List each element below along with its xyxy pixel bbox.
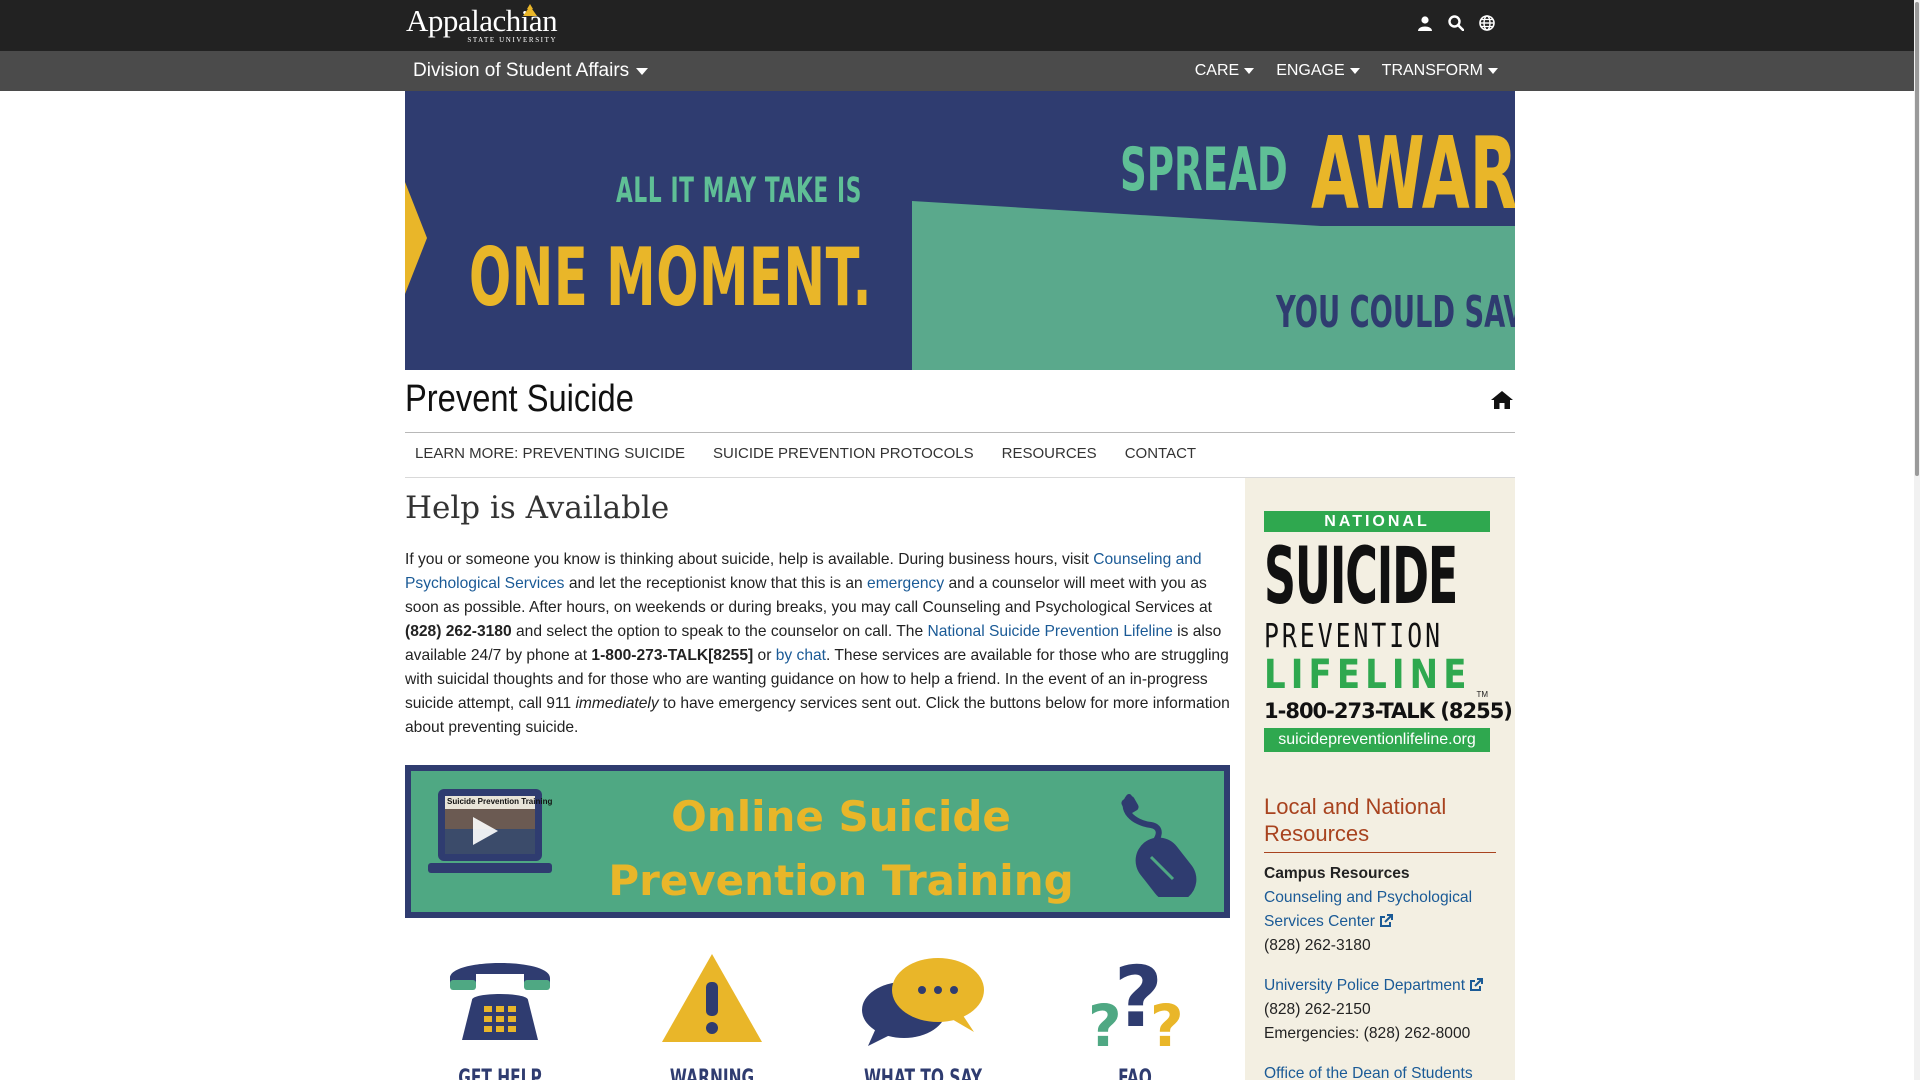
logo-mountain-icon <box>523 4 537 16</box>
faq-label: FAQ <box>1118 1066 1152 1080</box>
warning-icon <box>662 954 762 1042</box>
campus-resources-label: Campus Resources <box>1264 865 1410 882</box>
resources-sidebar: NATIONAL SUICIDE PREVENTION LIFELINE TM … <box>1245 478 1515 1082</box>
hero-arrow-shape <box>405 182 427 294</box>
chevron-down-icon <box>636 67 649 75</box>
division-dropdown[interactable]: Division of Student Affairs <box>413 60 649 82</box>
training-banner-text: Online Suicide Prevention Training <box>561 785 1121 913</box>
intro-emphasis: immediately <box>575 695 659 712</box>
telephone-icon <box>450 963 550 1040</box>
hero-right-1: SPREAD <box>1120 135 1288 205</box>
intro-paragraph: If you or someone you know is thinking a… <box>405 548 1230 740</box>
police-link[interactable]: University Police Department <box>1264 977 1484 994</box>
caps-phone: (828) 262-3180 <box>405 623 512 640</box>
tab-resources[interactable]: RESOURCES <box>1002 445 1097 462</box>
page-title: Prevent Suicide <box>405 378 634 420</box>
get-help-label: GET HELP <box>458 1066 542 1080</box>
speech-bubbles-icon <box>862 958 984 1046</box>
warning-signs-button[interactable]: WARNING SIGNS <box>622 948 802 1080</box>
top-bar: Appalachian STATE UNIVERSITY <box>0 0 1914 51</box>
police-emergency-phone: Emergencies: (828) 262-8000 <box>1264 1025 1471 1042</box>
university-logo[interactable]: Appalachian STATE UNIVERSITY <box>406 4 558 44</box>
police-name: University Police Department <box>1264 977 1466 994</box>
external-link-icon <box>1379 914 1393 927</box>
lifeline-wordmark: LIFELINE <box>1264 652 1472 698</box>
hero-line-2: ONE MOMENT. <box>469 231 873 324</box>
police-phone: (828) 262-2150 <box>1264 1001 1371 1018</box>
emergency-link[interactable]: emergency <box>867 575 944 592</box>
lifeline-phone: 1-800-273-TALK (8255) <box>1264 699 1513 723</box>
tab-protocols[interactable]: SUICIDE PREVENTION PROTOCOLS <box>713 445 974 462</box>
chevron-down-icon <box>1244 68 1255 74</box>
nav-transform[interactable]: TRANSFORM <box>1382 62 1498 80</box>
chevron-down-icon <box>1488 68 1498 74</box>
resources-heading: Local and National Resources <box>1264 793 1496 853</box>
caps-center-phone: (828) 262-3180 <box>1264 937 1371 954</box>
hero-right-2: AWAR <box>1311 115 1515 232</box>
hero-banner: ALL IT MAY TAKE IS ONE MOMENT. SPREAD AW… <box>405 91 1515 370</box>
svg-text:?: ? <box>1150 992 1184 1052</box>
tab-contact[interactable]: CONTACT <box>1125 445 1196 462</box>
search-icon[interactable] <box>1447 14 1465 32</box>
caps-center-link[interactable]: Counseling and Psychological Services Ce… <box>1264 889 1472 930</box>
lifeline-link[interactable]: National Suicide Prevention Lifeline <box>927 623 1172 640</box>
chat-link[interactable]: by chat <box>776 647 826 664</box>
nav-engage-label: ENGAGE <box>1276 62 1345 79</box>
lifeline-prevention: PREVENTION <box>1264 616 1444 655</box>
what-to-say-button[interactable]: WHAT TO SAY <box>833 948 1013 1080</box>
tab-learn-more[interactable]: LEARN MORE: PREVENTING SUICIDE <box>415 445 685 462</box>
training-banner-panel: Suicide Prevention Training Online Suici… <box>411 771 1224 912</box>
chevron-down-icon <box>1349 68 1360 74</box>
lifeline-suicide: SUICIDE <box>1264 532 1458 622</box>
lifeline-logo[interactable]: NATIONAL SUICIDE PREVENTION LIFELINE TM … <box>1264 511 1513 752</box>
get-help-button[interactable]: GET HELP <box>410 948 590 1080</box>
home-icon[interactable] <box>1490 390 1514 410</box>
scrollbar-thumb[interactable] <box>1915 2 1919 476</box>
laptop-icon: Suicide Prevention Training <box>428 789 552 873</box>
intro-text: and let the receptionist know that this … <box>564 575 868 592</box>
nav-transform-label: TRANSFORM <box>1381 62 1483 79</box>
training-line-1: Online Suicide <box>671 792 1011 841</box>
title-divider <box>405 432 1515 433</box>
hero-right-3: YOU COULD SAV <box>1276 287 1515 338</box>
caps-center-name: Counseling and Psychological Services Ce… <box>1264 889 1473 930</box>
intro-text: and select the option to speak to the co… <box>511 623 928 640</box>
nav-care[interactable]: CARE <box>1194 62 1255 80</box>
question-marks-icon: ? ? ? <box>1088 948 1184 1060</box>
help-icon-row: GET HELP WARNING SIGNS WHAT TO SAY ? ? ?… <box>405 948 1230 1080</box>
section-heading: Help is Available <box>405 490 670 526</box>
intro-text: If you or someone you know is thinking a… <box>405 551 1094 568</box>
user-icon[interactable] <box>1416 14 1434 32</box>
computer-mouse-icon <box>1121 794 1197 897</box>
laptop-screen-title: Suicide Prevention Training <box>447 797 552 806</box>
section-tabs: LEARN MORE: PREVENTING SUICIDE SUICIDE P… <box>415 445 1196 462</box>
external-link-icon <box>1470 978 1484 991</box>
what-to-say-label: WHAT TO SAY <box>863 1066 983 1080</box>
nav-engage[interactable]: ENGAGE <box>1276 62 1360 80</box>
lifeline-tm: TM <box>1476 690 1488 699</box>
resource-item: Counseling and Psychological Services Ce… <box>1264 886 1496 958</box>
division-nav-bar: Division of Student Affairs CARE ENGAGE … <box>0 51 1914 91</box>
lifeline-national: NATIONAL <box>1264 511 1490 532</box>
resource-item: University Police Department (828) 262-2… <box>1264 974 1496 1046</box>
resource-item: Office of the Dean of Students <box>1264 1062 1496 1086</box>
division-label: Division of Student Affairs <box>413 60 630 81</box>
hero-line-1: ALL IT MAY TAKE IS <box>616 171 862 211</box>
resources-list: Campus Resources Counseling and Psycholo… <box>1264 862 1496 1086</box>
globe-icon[interactable] <box>1478 14 1496 32</box>
lifeline-url: suicidepreventionlifeline.org <box>1264 728 1490 752</box>
training-line-2: Prevention Training <box>608 856 1074 905</box>
faq-button[interactable]: ? ? ? FAQ <box>1045 948 1225 1080</box>
nav-care-label: CARE <box>1194 62 1240 79</box>
intro-text: or <box>753 647 776 664</box>
warning-signs-label: WARNING SIGNS <box>669 1066 755 1080</box>
lifeline-phone: 1-800-273-TALK[8255] <box>591 647 754 664</box>
dean-of-students-link[interactable]: Office of the Dean of Students <box>1264 1065 1473 1082</box>
online-training-banner[interactable]: Suicide Prevention Training Online Suici… <box>405 765 1230 918</box>
